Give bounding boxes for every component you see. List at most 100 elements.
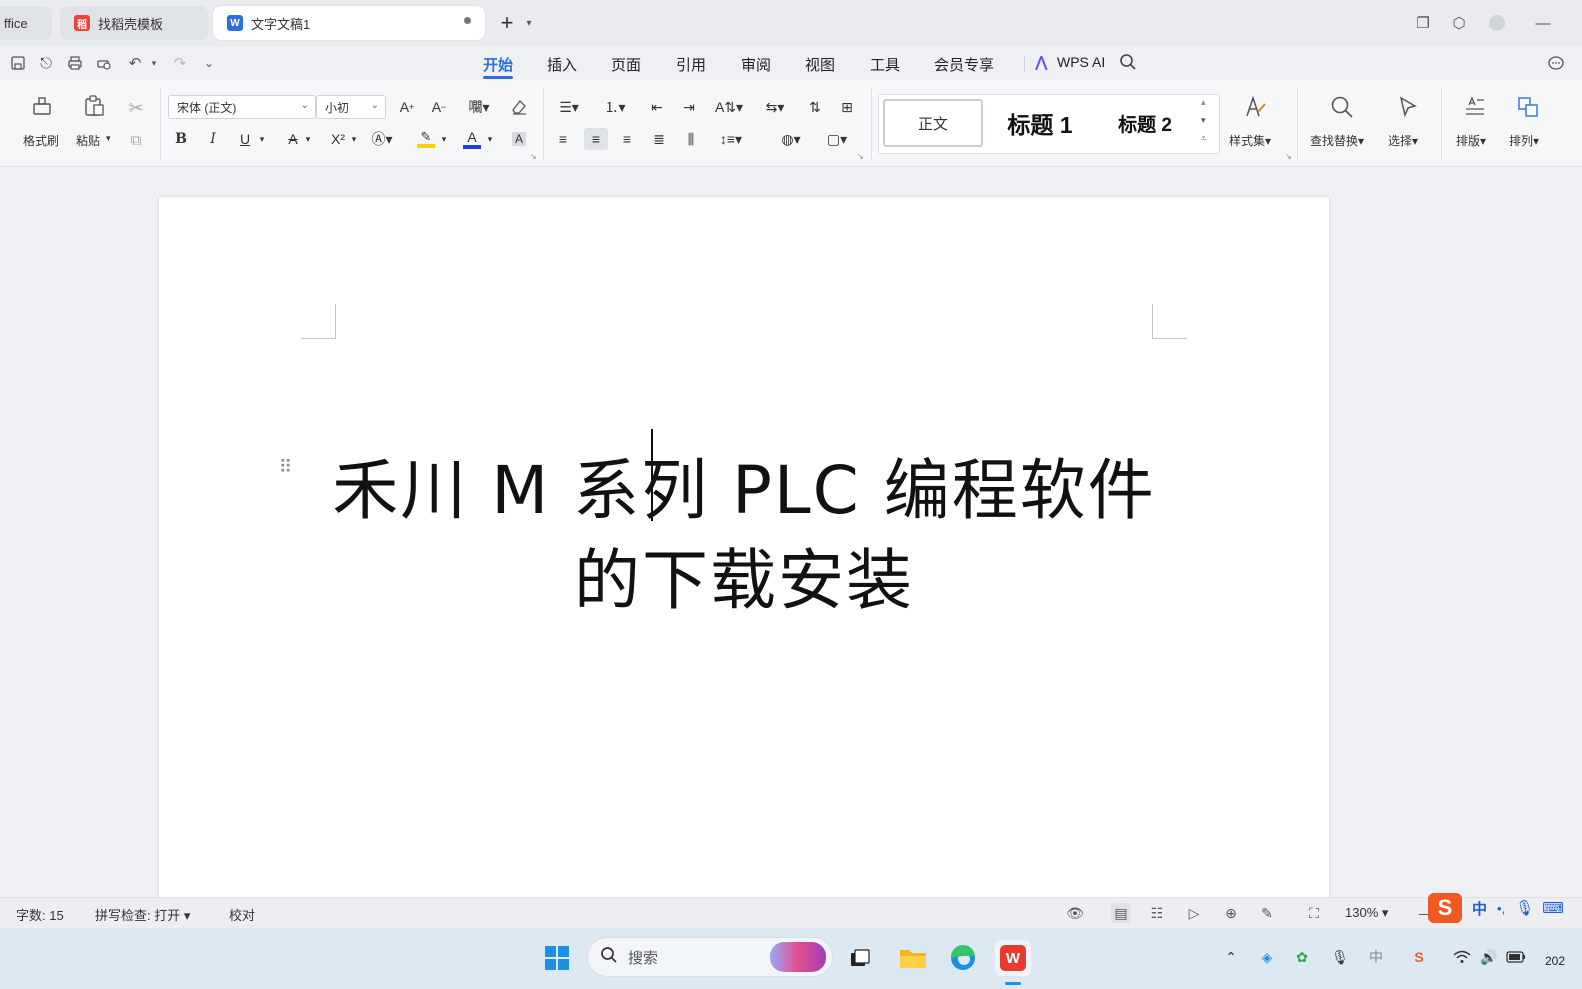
file-explorer-icon[interactable] — [895, 940, 931, 976]
layout-icon[interactable] — [1460, 92, 1490, 122]
ime-punctuation-toggle[interactable]: •, — [1497, 901, 1505, 916]
undo-icon[interactable]: ↶ — [125, 53, 145, 73]
format-painter-icon[interactable] — [28, 92, 56, 120]
document-title-line-2[interactable]: 的下载安装 — [159, 527, 1329, 623]
web-view-icon[interactable]: ⊕ — [1221, 903, 1241, 923]
style-scroll-up-icon[interactable]: ▴ — [1201, 97, 1206, 108]
font-color-dropdown-icon[interactable]: ▾ — [484, 128, 496, 150]
line-spacing-icon[interactable]: ↕≡▾ — [714, 128, 748, 150]
zoom-level[interactable]: 130% ▾ — [1345, 905, 1388, 921]
minimize-icon[interactable]: — — [1532, 12, 1554, 34]
microphone-icon[interactable]: 🎙 — [1329, 946, 1351, 968]
italic-button[interactable]: I — [202, 128, 224, 150]
borders-icon[interactable]: ▢▾ — [820, 128, 854, 150]
wps-office-icon[interactable]: W — [995, 940, 1031, 976]
paste-dropdown-icon[interactable]: ▾ — [106, 133, 111, 144]
underline-dropdown-icon[interactable]: ▾ — [256, 128, 268, 150]
menu-references[interactable]: 引用 — [676, 54, 706, 75]
font-color-icon[interactable]: A — [460, 128, 484, 150]
word-count[interactable]: 字数: 15 — [16, 905, 64, 924]
spell-check-toggle[interactable]: 拼写检查: 打开 ▾ — [95, 905, 190, 924]
cut-icon[interactable]: ✂ — [124, 96, 148, 120]
battery-icon[interactable] — [1505, 946, 1527, 968]
paste-icon[interactable] — [80, 92, 108, 120]
menu-member[interactable]: 会员专享 — [934, 54, 994, 75]
search-icon[interactable] — [1118, 52, 1138, 72]
style-set-label[interactable]: 样式集▾ — [1229, 132, 1271, 149]
windows-start-icon[interactable] — [539, 940, 575, 976]
sort-icon[interactable]: ⇅ — [804, 96, 826, 118]
print-icon[interactable] — [65, 53, 85, 73]
strikethrough-dropdown-icon[interactable]: ▾ — [302, 128, 314, 150]
tray-app-icon[interactable]: ◈ — [1256, 946, 1278, 968]
sogou-tray-icon[interactable]: S — [1408, 946, 1430, 968]
show-hidden-icons-chevron-icon[interactable]: ⌃ — [1220, 946, 1242, 968]
menu-review[interactable]: 审阅 — [741, 54, 771, 75]
tab-office[interactable]: ffice — [0, 6, 52, 40]
format-painter-label[interactable]: 格式刷 — [23, 132, 59, 149]
taskbar-search-box[interactable]: 搜索 — [588, 938, 832, 976]
redo-icon[interactable]: ↷ — [170, 53, 190, 73]
underline-button[interactable]: U — [234, 128, 256, 150]
styles-dialog-launcher-icon[interactable]: ↘ — [1285, 152, 1292, 161]
fit-page-icon[interactable]: ⛶ — [1304, 903, 1324, 923]
ime-keyboard-icon[interactable]: ⌨ — [1542, 899, 1564, 917]
select-label[interactable]: 选择▾ — [1388, 132, 1418, 149]
sogou-ime-logo-icon[interactable]: S — [1428, 893, 1462, 923]
customize-toolbar-icon[interactable]: ⌄ — [199, 53, 219, 73]
tab-docer-templates[interactable]: 稻 找稻壳模板 — [60, 6, 208, 40]
bullets-icon[interactable]: ☰▾ — [552, 96, 586, 118]
arrange-icon[interactable] — [1513, 92, 1543, 122]
tab-document[interactable]: W 文字文稿1 — [213, 6, 485, 40]
input-method-icon[interactable]: 中 — [1365, 946, 1387, 968]
bold-button[interactable]: B — [170, 128, 192, 150]
document-page[interactable]: ⠿ 禾川 M 系列 PLC 编程软件 的下载安装 — [159, 197, 1329, 907]
outline-view-icon[interactable]: ☷ — [1147, 903, 1167, 923]
highlight-icon[interactable]: ✎ — [414, 128, 438, 150]
menu-view[interactable]: 视图 — [805, 54, 835, 75]
character-shading-button[interactable]: A — [508, 128, 530, 150]
ime-voice-icon[interactable]: 🎙 — [1515, 899, 1534, 917]
wifi-icon[interactable] — [1451, 946, 1473, 968]
new-tab-button[interactable]: + — [496, 10, 518, 35]
menu-wps-ai[interactable]: WPS AI — [1057, 54, 1105, 70]
text-direction-icon[interactable]: A⇅▾ — [712, 96, 746, 118]
shading-icon[interactable]: ◍▾ — [774, 128, 808, 150]
distributed-align-icon[interactable]: ⫼ — [680, 128, 702, 150]
menu-tools[interactable]: 工具 — [870, 54, 900, 75]
strikethrough-button[interactable]: A — [282, 128, 304, 150]
decrease-indent-icon[interactable]: ⇤ — [646, 96, 668, 118]
ime-language-toggle[interactable]: 中 — [1472, 898, 1487, 919]
undo-dropdown-icon[interactable]: ▾ — [144, 53, 164, 73]
account-avatar-icon[interactable] — [1486, 12, 1508, 34]
font-name-select[interactable]: 宋体 (正文) ⌄ — [168, 95, 316, 119]
style-set-icon[interactable] — [1240, 92, 1270, 122]
clear-format-icon[interactable] — [508, 96, 530, 118]
document-title-line-1[interactable]: 禾川 M 系列 PLC 编程软件 — [159, 437, 1329, 533]
volume-icon[interactable]: 🔊 — [1478, 946, 1500, 968]
reading-mode-icon[interactable]: ▷ — [1184, 903, 1204, 923]
task-view-icon[interactable] — [842, 940, 878, 976]
proofread-button[interactable]: 校对 — [229, 905, 255, 924]
menu-insert[interactable]: 插入 — [547, 54, 577, 75]
arrange-label[interactable]: 排列▾ — [1509, 132, 1539, 149]
phonetic-guide-icon[interactable]: 㘚▾ — [462, 96, 496, 118]
print-preview-icon[interactable] — [94, 53, 114, 73]
layout-label[interactable]: 排版▾ — [1456, 132, 1486, 149]
chat-icon[interactable] — [1546, 53, 1566, 73]
wechat-icon[interactable]: ✿ — [1291, 946, 1313, 968]
increase-font-icon[interactable]: A + — [396, 96, 418, 118]
superscript-button[interactable]: X² — [326, 128, 350, 150]
edge-browser-icon[interactable] — [945, 940, 981, 976]
find-replace-label[interactable]: 查找替换▾ — [1310, 132, 1364, 149]
restore-window-icon[interactable]: ❐ — [1412, 12, 1434, 34]
tab-list-chevron-icon[interactable]: ▾ — [518, 12, 540, 34]
style-scroll-down-icon[interactable]: ▾ — [1201, 115, 1206, 126]
highlight-dropdown-icon[interactable]: ▾ — [438, 128, 450, 150]
cube-icon[interactable]: ⬡ — [1448, 12, 1470, 34]
increase-indent-icon[interactable]: ⇥ — [678, 96, 700, 118]
font-dialog-launcher-icon[interactable]: ↘ — [530, 152, 537, 161]
style-heading-2[interactable]: 标题 2 — [1099, 99, 1191, 147]
align-center-icon[interactable]: ≡ — [584, 128, 608, 150]
paragraph-dialog-launcher-icon[interactable]: ↘ — [857, 152, 864, 161]
